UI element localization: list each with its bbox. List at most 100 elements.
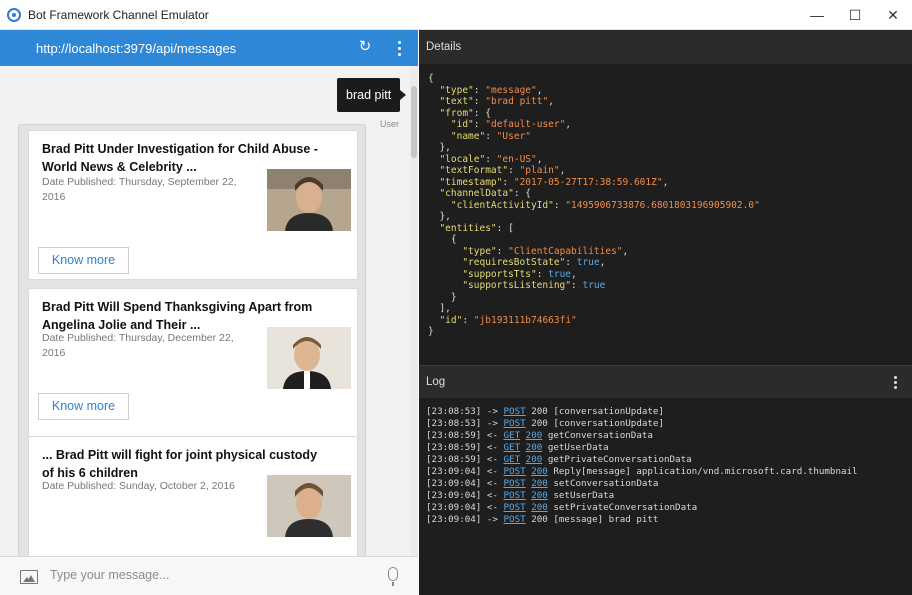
log-line: [23:09:04] -> POST 200 [message] brad pi… xyxy=(426,514,908,526)
know-more-button[interactable]: Know more xyxy=(38,247,129,274)
portrait-image xyxy=(267,169,351,231)
log-line: [23:08:53] -> POST 200 [conversationUpda… xyxy=(426,406,908,418)
log-method-link[interactable]: POST xyxy=(504,514,526,525)
message-composer: Type your message... xyxy=(0,556,418,595)
log-text: getConversationData xyxy=(547,430,653,441)
message-sender-label: User xyxy=(380,119,400,129)
log-text: [message] brad pitt xyxy=(553,514,659,525)
chat-panel: http://localhost:3979/api/messages ↻ bra… xyxy=(0,30,418,595)
log-time: [23:09:04] xyxy=(426,478,482,489)
json-locale-value: en-US xyxy=(502,153,532,165)
activity-json[interactable]: { "type": "message", "text": "brad pitt"… xyxy=(428,73,908,363)
log-text: [conversationUpdate] xyxy=(553,406,664,417)
json-entity-type-value: ClientCapabilities xyxy=(513,245,617,257)
details-header: Details xyxy=(419,30,912,64)
json-from-id-value: default-user xyxy=(490,119,560,130)
log-status-link[interactable]: 200 xyxy=(531,490,548,501)
log-status-link[interactable]: 200 xyxy=(526,442,543,453)
log-arrow: -> xyxy=(486,418,498,429)
minimize-button[interactable]: — xyxy=(798,0,836,30)
log-method-link[interactable]: POST xyxy=(504,478,526,489)
card-thumbnail-image xyxy=(267,327,351,389)
json-supports-listening-value: true xyxy=(582,280,606,291)
more-vertical-icon[interactable] xyxy=(890,373,900,391)
log-time: [23:08:59] xyxy=(426,442,482,453)
portrait-image xyxy=(267,327,351,389)
json-type-value: message xyxy=(490,84,532,96)
json-textformat-value: plain xyxy=(525,165,554,176)
close-button[interactable]: ✕ xyxy=(874,0,912,30)
log-line: [23:08:53] -> POST 200 [conversationUpda… xyxy=(426,418,908,430)
maximize-button[interactable]: ☐ xyxy=(836,0,874,30)
log-header: Log xyxy=(419,366,912,398)
log-text: Reply[message] application/vnd.microsoft… xyxy=(553,466,858,477)
json-id-value: jb193111b74663fi xyxy=(479,314,572,326)
log-line: [23:09:04] <- POST 200 setConversationDa… xyxy=(426,478,908,490)
card-thumbnail-image xyxy=(267,475,351,537)
log-text: [conversationUpdate] xyxy=(553,418,664,429)
window-title: Bot Framework Channel Emulator xyxy=(28,7,209,22)
log-method-link[interactable]: POST xyxy=(504,502,526,513)
card-date: Date Published: Thursday, September 22, … xyxy=(42,176,237,203)
log-status-link[interactable]: 200 xyxy=(526,430,543,441)
log-arrow: <- xyxy=(486,502,498,513)
portrait-image xyxy=(267,475,351,537)
chat-scrollbar[interactable] xyxy=(410,66,418,583)
log-arrow: <- xyxy=(486,442,498,453)
log-method-link[interactable]: POST xyxy=(504,406,526,417)
log-text: setUserData xyxy=(553,490,615,501)
log-status-link[interactable]: 200 xyxy=(531,502,548,513)
message-input[interactable]: Type your message... xyxy=(50,568,170,582)
log-method-link[interactable]: GET xyxy=(504,430,521,441)
log-method-link[interactable]: GET xyxy=(504,442,521,453)
log-time: [23:09:04] xyxy=(426,502,482,513)
json-requires-bot-state-value: true xyxy=(576,257,600,268)
log-status: 200 xyxy=(531,406,548,417)
log-time: [23:08:59] xyxy=(426,430,482,441)
log-text: getUserData xyxy=(547,442,609,453)
microphone-icon[interactable] xyxy=(388,567,398,586)
log-method-link[interactable]: POST xyxy=(504,418,526,429)
log-time: [23:08:53] xyxy=(426,418,482,429)
log-text: setConversationData xyxy=(553,478,659,489)
card-thumbnail-image xyxy=(267,169,351,231)
log-time: [23:09:04] xyxy=(426,490,482,501)
log-arrow: <- xyxy=(486,454,498,465)
log-line: [23:08:59] <- GET 200 getUserData xyxy=(426,442,908,454)
title-bar: Bot Framework Channel Emulator — ☐ ✕ xyxy=(0,0,912,30)
log-panel: Log [23:08:53] -> POST 200 [conversation… xyxy=(419,365,912,595)
log-entries: [23:08:53] -> POST 200 [conversationUpda… xyxy=(426,406,908,526)
log-arrow: <- xyxy=(486,466,498,477)
log-arrow: <- xyxy=(486,430,498,441)
scrollbar-thumb[interactable] xyxy=(411,86,417,158)
log-method-link[interactable]: GET xyxy=(504,454,521,465)
log-status: 200 xyxy=(531,418,548,429)
json-supports-tts-value: true xyxy=(548,268,572,280)
chat-header: http://localhost:3979/api/messages ↻ xyxy=(0,30,418,66)
json-text-value: brad pitt xyxy=(490,96,543,107)
know-more-button[interactable]: Know more xyxy=(38,393,129,420)
log-line: [23:09:04] <- POST 200 Reply[message] ap… xyxy=(426,466,908,478)
log-line: [23:09:04] <- POST 200 setPrivateConvers… xyxy=(426,502,908,514)
log-method-link[interactable]: POST xyxy=(504,490,526,501)
log-status-link[interactable]: 200 xyxy=(531,466,548,477)
chat-history[interactable]: brad pitt User Brad Pitt Under Investiga… xyxy=(0,66,418,583)
log-text: setPrivateConversationData xyxy=(553,502,698,513)
image-upload-icon[interactable] xyxy=(20,570,38,584)
log-arrow: -> xyxy=(486,514,498,525)
card-date: Date Published: Sunday, October 2, 2016 xyxy=(42,480,236,492)
log-arrow: <- xyxy=(486,478,498,489)
card-date: Date Published: Thursday, December 22, 2… xyxy=(42,332,234,359)
log-text: getPrivateConversationData xyxy=(547,454,692,465)
json-client-activity-id-value: 1495906733876.6801803196905902.0 xyxy=(571,199,755,211)
log-status-link[interactable]: 200 xyxy=(526,454,543,465)
endpoint-url[interactable]: http://localhost:3979/api/messages xyxy=(36,41,236,56)
hero-card: Brad Pitt Under Investigation for Child … xyxy=(28,130,358,280)
refresh-icon[interactable]: ↻ xyxy=(356,38,374,56)
log-time: [23:08:53] xyxy=(426,406,482,417)
log-arrow: <- xyxy=(486,490,498,501)
log-time: [23:09:04] xyxy=(426,514,482,525)
more-vertical-icon[interactable] xyxy=(392,38,406,58)
log-status-link[interactable]: 200 xyxy=(531,478,548,489)
log-method-link[interactable]: POST xyxy=(504,466,526,477)
